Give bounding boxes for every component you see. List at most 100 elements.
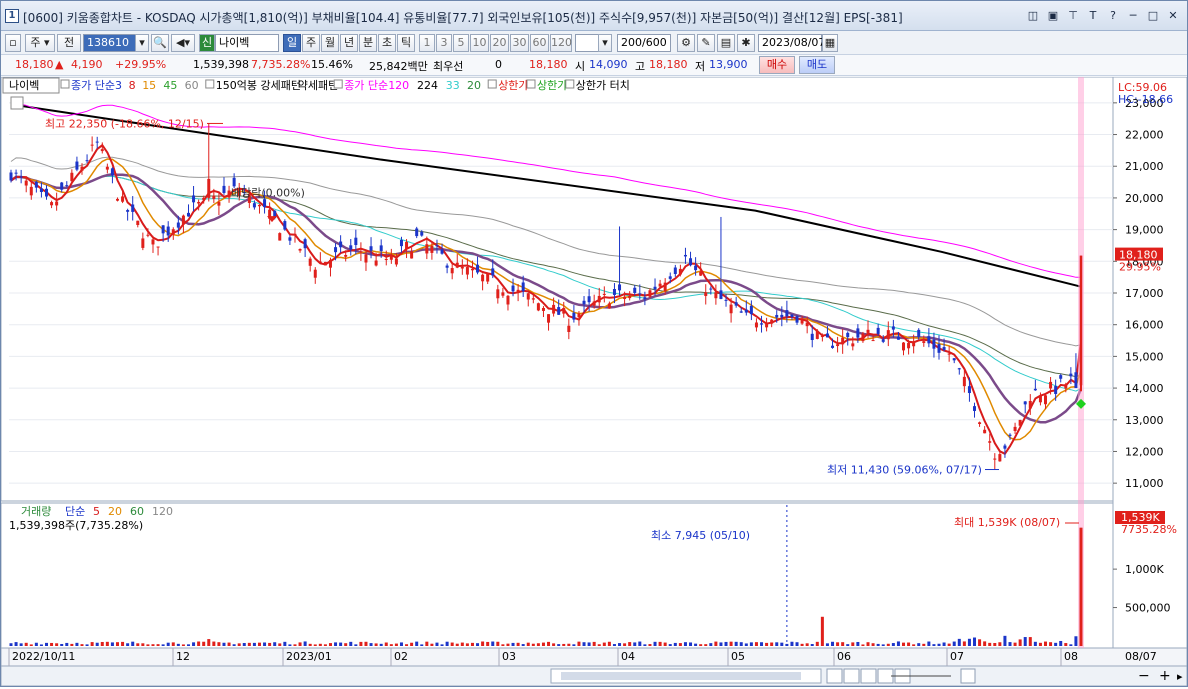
legend-pattern: 150억봉 강세패턴 (216, 79, 301, 92)
volume-bar (526, 642, 530, 646)
period-type-button[interactable]: 전 (57, 34, 81, 52)
candle-body (491, 268, 495, 276)
candle-body (744, 309, 748, 313)
maximize-icon[interactable]: □ (1145, 8, 1161, 24)
panel-icon[interactable]: ▫ (5, 34, 21, 52)
candle-body (689, 258, 693, 266)
legend-checkbox (526, 79, 536, 89)
volume-bar (658, 641, 662, 646)
settings-icon[interactable]: ✱ (737, 34, 755, 52)
minute-3-button[interactable]: 3 (436, 34, 452, 52)
scroll-nav-button[interactable] (877, 668, 894, 684)
volume-bar (704, 644, 708, 646)
market-select[interactable]: 주 ▾ (25, 34, 55, 52)
volume-bar (410, 642, 414, 646)
save-icon[interactable]: ▤ (717, 34, 735, 52)
volume-bar (9, 643, 13, 646)
volume-bar (151, 644, 155, 646)
candle-body (263, 199, 267, 208)
sell-button[interactable]: 매도 (799, 56, 835, 74)
volume-bar (334, 642, 338, 646)
candle-body (141, 238, 145, 248)
candle-body (704, 292, 708, 296)
link-icon[interactable]: ◫ (1025, 8, 1041, 24)
candle-body (673, 267, 677, 274)
minute-30-button[interactable]: 30 (510, 34, 529, 52)
volume-bar (552, 643, 556, 646)
stock-name-field[interactable]: 나이벡 (215, 34, 279, 52)
candle-body (871, 340, 875, 342)
chart-area[interactable]: 23,000 22,000 21,000 20,000 19,000 18,000 17,0… (0, 76, 1188, 687)
scroll-nav-button[interactable] (843, 668, 860, 684)
minimize-icon[interactable]: ─ (1125, 8, 1141, 24)
candle-body (932, 339, 936, 349)
candle-body (836, 344, 840, 347)
volume-bar (455, 643, 459, 646)
period-3-button[interactable]: 년 (340, 34, 358, 52)
minute-dropdown-icon[interactable]: ▾ (598, 34, 612, 52)
minute-120-button[interactable]: 120 (550, 34, 572, 52)
candle-body (521, 282, 525, 292)
best-price-value: 0 (495, 58, 502, 71)
candle-body (349, 245, 353, 250)
period-2-button[interactable]: 월 (321, 34, 339, 52)
candle-body (156, 246, 160, 248)
volume-bar (44, 642, 48, 646)
volume-legend-period: 60 (130, 505, 144, 518)
candle-body (790, 314, 794, 318)
volume-bar (831, 641, 835, 646)
volume-bar (90, 642, 94, 646)
minute-20-button[interactable]: 20 (490, 34, 509, 52)
pin-icon[interactable]: ⊤ (1065, 8, 1081, 24)
volume-bar (166, 642, 170, 646)
buy-button[interactable]: 매수 (759, 56, 795, 74)
candle-body (942, 347, 946, 350)
candle-body (359, 251, 363, 253)
scroll-nav-button[interactable] (860, 668, 877, 684)
period-6-button[interactable]: 틱 (397, 34, 415, 52)
volume-bar (836, 642, 840, 646)
minute-60-button[interactable]: 60 (530, 34, 549, 52)
code-dropdown-icon[interactable]: ▾ (135, 34, 149, 52)
count-field[interactable]: 200/600 (617, 34, 671, 52)
candle-body (1008, 434, 1012, 436)
help-icon[interactable]: ? (1105, 8, 1121, 24)
price-tick-label: 15,000 (1125, 350, 1164, 363)
volume-bar (577, 641, 581, 646)
search-icon[interactable]: 🔍 (151, 34, 169, 52)
volume-bar (202, 641, 206, 646)
candle-body (65, 185, 69, 187)
candle-body (85, 160, 89, 162)
font-icon[interactable]: T (1085, 8, 1101, 24)
layout-icon[interactable]: ▣ (1045, 8, 1061, 24)
volume-bar (689, 642, 693, 646)
tools-icon[interactable]: ⚙ (677, 34, 695, 52)
price-chart[interactable]: 23,00022,00021,00020,00019,00018,00017,0… (0, 76, 1188, 687)
minute-1-button[interactable]: 1 (419, 34, 435, 52)
window-title: [0600] 키움종합차트 - KOSDAQ 시가총액[1,810(억)] 부채… (23, 11, 903, 25)
volume-bar (729, 641, 733, 646)
volume-bar (252, 642, 256, 646)
period-4-button[interactable]: 분 (359, 34, 377, 52)
period-1-button[interactable]: 주 (302, 34, 320, 52)
candle-body (643, 297, 647, 300)
close-icon[interactable]: ✕ (1165, 8, 1181, 24)
volume-bar (988, 642, 992, 646)
date-input[interactable]: 2023/08/07 (758, 34, 825, 52)
sound-icon[interactable]: ◀▾ (171, 34, 195, 52)
minute-5-button[interactable]: 5 (453, 34, 469, 52)
draw-icon[interactable]: ✎ (697, 34, 715, 52)
candle-body (75, 161, 79, 170)
candle-body (384, 258, 388, 261)
calendar-icon[interactable]: ▦ (822, 34, 838, 52)
legend-upper: 상한가 (498, 79, 528, 92)
candle-body (658, 283, 662, 287)
volume-bar (754, 642, 758, 646)
scroll-nav-button[interactable] (826, 668, 843, 684)
period-5-button[interactable]: 초 (378, 34, 396, 52)
volume-bar (678, 643, 682, 646)
volume-bar (516, 642, 520, 646)
period-0-button[interactable]: 일 (283, 34, 301, 52)
minute-10-button[interactable]: 10 (470, 34, 489, 52)
low-price: 13,900 (709, 58, 748, 71)
